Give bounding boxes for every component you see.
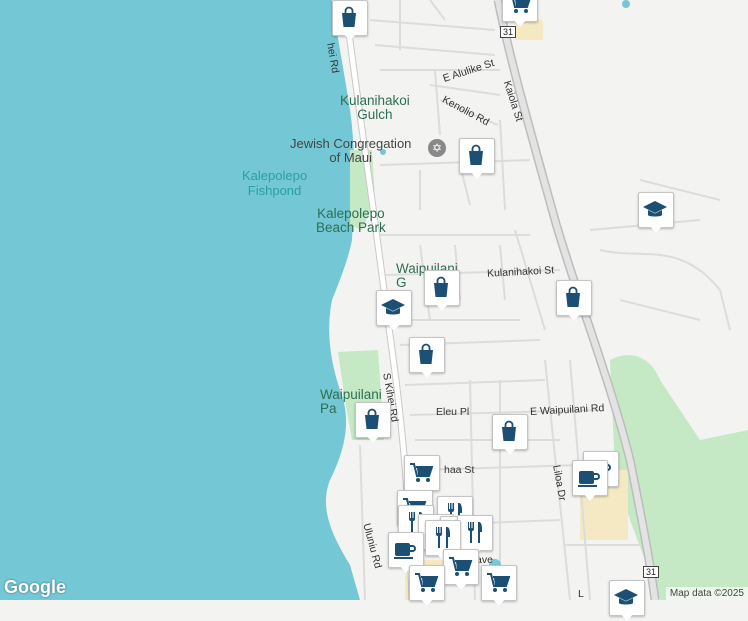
highway-31-shield: 31 — [500, 26, 517, 38]
marker-tip — [583, 493, 597, 501]
kulanihakoi-gulch-label[interactable]: Kulanihakoi Gulch — [340, 94, 410, 122]
shopping-bag-icon — [419, 343, 433, 364]
map-canvas[interactable]: Kalepolepo Fishpond Kulanihakoi Gulch Kale… — [0, 0, 748, 621]
fork-knife-icon — [436, 527, 450, 548]
synagogue-icon[interactable]: ✡ — [428, 139, 446, 157]
marker-tip — [435, 303, 449, 311]
shopping-marker[interactable] — [459, 138, 495, 179]
ocean — [0, 0, 360, 600]
shopping-marker[interactable] — [424, 270, 460, 311]
shopping-cart-icon — [512, 0, 531, 13]
shopping-marker[interactable] — [332, 0, 368, 41]
graduation-cap-icon — [614, 589, 638, 605]
grocery-marker[interactable] — [409, 565, 445, 606]
shopping-marker[interactable] — [355, 402, 391, 443]
marker-tip — [513, 19, 527, 27]
jewish-congregation-label[interactable]: Jewish Congregation of Maui — [290, 137, 411, 165]
shopping-bag-icon — [469, 144, 483, 165]
marker-tip — [620, 613, 634, 621]
google-logo: Google — [4, 577, 66, 597]
shopping-marker[interactable] — [556, 280, 592, 321]
grocery-marker[interactable] — [502, 0, 538, 27]
shopping-marker[interactable] — [492, 414, 528, 455]
marker-tip — [343, 33, 357, 41]
cafe-marker[interactable] — [572, 460, 608, 501]
shopping-cart-icon — [415, 573, 439, 592]
marker-tip — [387, 323, 401, 331]
kalepolepo-beach-park-label[interactable]: Kalepolepo Beach Park — [316, 207, 386, 235]
kalepolepo-fishpond-label: Kalepolepo Fishpond — [242, 168, 308, 198]
shopping-bag-icon — [434, 276, 448, 297]
marker-tip — [567, 313, 581, 321]
fork-knife-icon — [468, 522, 482, 543]
marker-tip — [454, 582, 468, 590]
graduation-cap-icon — [643, 201, 667, 217]
road-label-haa-st: haa St — [444, 464, 475, 476]
marker-tip — [420, 598, 434, 606]
marker-tip — [470, 171, 484, 179]
marker-tip — [492, 598, 506, 606]
marker-tip — [649, 225, 663, 233]
road-label-eleu-pl: Eleu Pl — [436, 406, 470, 418]
map-base — [0, 0, 748, 601]
coffee-cup-icon — [394, 543, 416, 559]
road-label-l: L — [578, 588, 584, 600]
coffee-cup-icon — [578, 471, 600, 487]
shopping-cart-icon — [449, 557, 473, 576]
shopping-cart-icon — [487, 573, 511, 592]
shopping-bag-icon — [342, 6, 356, 27]
grocery-marker[interactable] — [481, 565, 517, 606]
shopping-bag-icon — [566, 286, 580, 307]
shopping-bag-icon — [502, 420, 516, 441]
school-marker[interactable] — [638, 192, 674, 233]
shopping-marker[interactable] — [409, 337, 445, 378]
grocery-marker[interactable] — [404, 455, 440, 496]
map-data-attribution[interactable]: Map data ©2025 — [665, 587, 748, 600]
grocery-marker[interactable] — [443, 549, 479, 590]
school-marker[interactable] — [376, 290, 412, 331]
school-marker[interactable] — [609, 580, 645, 621]
marker-tip — [420, 370, 434, 378]
graduation-cap-icon — [381, 299, 405, 315]
shopping-cart-icon — [410, 463, 434, 482]
shopping-bag-icon — [365, 408, 379, 429]
highway-31-shield: 31 — [643, 566, 660, 578]
marker-tip — [366, 435, 380, 443]
marker-tip — [503, 447, 517, 455]
